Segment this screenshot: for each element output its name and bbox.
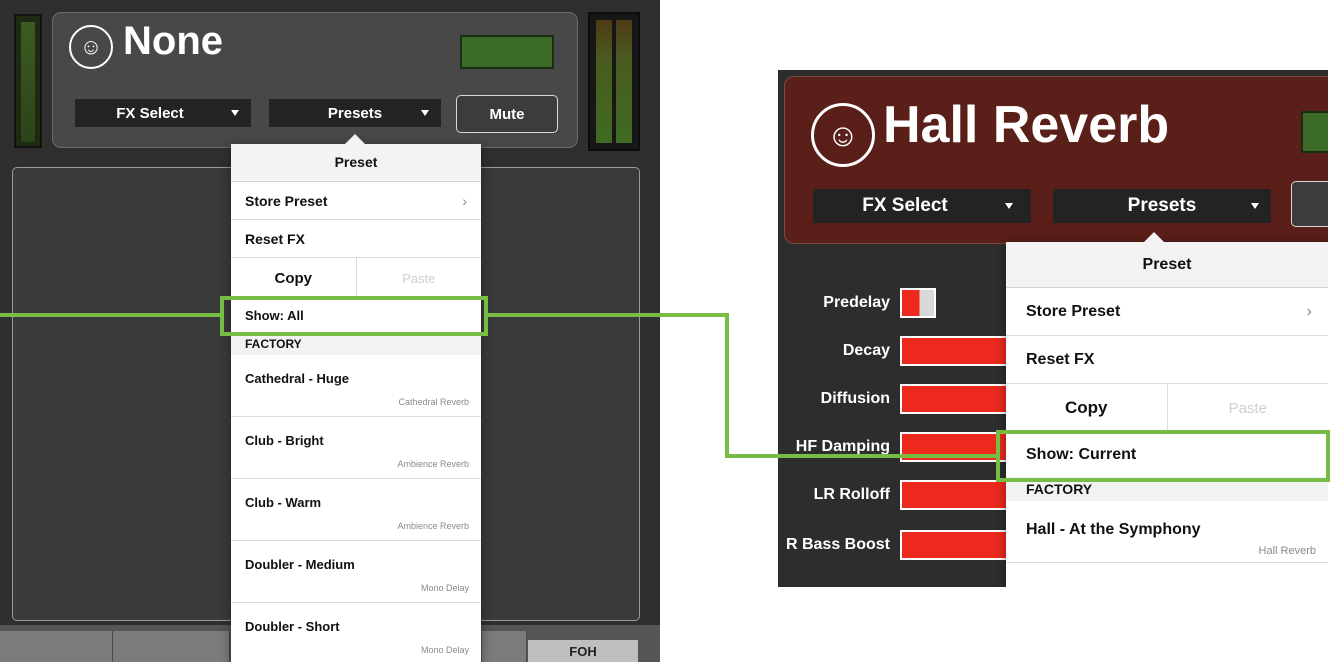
preset-name: Club - Warm <box>245 495 322 510</box>
copy-button[interactable]: Copy <box>1006 384 1167 432</box>
presets-dropdown[interactable]: Presets <box>1053 189 1271 223</box>
param-label: Diffusion <box>820 390 890 407</box>
preset-type: Cathedral Reverb <box>398 397 469 407</box>
left-level-meter <box>14 14 42 148</box>
fx-select-dropdown[interactable]: FX Select <box>75 99 251 127</box>
mackie-logo-icon: ☺ <box>811 103 875 167</box>
store-preset-label: Store Preset <box>1026 303 1121 320</box>
preset-list: Hall - At the Symphony Hall Reverb <box>1006 501 1328 563</box>
preset-item[interactable]: Club - Bright Ambience Reverb <box>231 417 481 479</box>
caret-down-icon <box>1251 203 1259 209</box>
param-slider[interactable] <box>900 384 1010 414</box>
presets-label: Presets <box>327 104 383 122</box>
reset-fx-label: Reset FX <box>1026 351 1095 368</box>
fx-select-label: FX Select <box>116 104 184 122</box>
paste-button: Paste <box>1166 384 1329 432</box>
header-lcd <box>460 35 554 69</box>
preset-item[interactable]: Cathedral - Huge Cathedral Reverb <box>231 355 481 417</box>
preset-type: Ambience Reverb <box>397 521 469 531</box>
param-slider[interactable] <box>900 530 1010 560</box>
mute-label: Mute <box>489 105 525 123</box>
preset-type: Mono Delay <box>420 583 469 593</box>
preset-name: Doubler - Medium <box>245 557 355 572</box>
fx-header: ☺ Hall Reverb FX Select Presets <box>784 76 1328 244</box>
reset-fx-item[interactable]: Reset FX <box>231 220 481 258</box>
reset-fx-item[interactable]: Reset FX <box>1006 336 1328 384</box>
preset-item[interactable]: Club - Warm Ambience Reverb <box>231 479 481 541</box>
preset-type: Ambience Reverb <box>397 459 469 469</box>
param-slider[interactable] <box>900 336 1010 366</box>
param-label: Predelay <box>823 294 890 311</box>
param-slider[interactable] <box>900 288 936 318</box>
preset-name: Club - Bright <box>245 433 324 448</box>
fx-select-dropdown[interactable]: FX Select <box>813 189 1031 223</box>
output-level-meters <box>588 12 640 151</box>
mute-button[interactable]: Mute <box>456 95 558 133</box>
fx-name: Hall Reverb <box>883 96 1170 154</box>
foh-label: FOH <box>528 640 638 662</box>
callout-line-right-v <box>725 313 729 458</box>
store-preset-label: Store Preset <box>245 193 328 209</box>
preset-popover: Preset Store Preset › Reset FX Copy Past… <box>1006 232 1329 587</box>
show-all-highlight <box>220 296 488 336</box>
caret-down-icon <box>421 110 429 116</box>
popover-title: Preset <box>231 144 481 182</box>
preset-type: Hall Reverb <box>1258 545 1316 557</box>
caret-down-icon <box>1005 203 1013 209</box>
factory-section-header: FACTORY <box>231 333 481 355</box>
preset-type: Mono Delay <box>420 645 469 655</box>
paste-button: Paste <box>355 258 482 298</box>
reset-fx-label: Reset FX <box>245 231 305 247</box>
preset-item[interactable]: Doubler - Medium Mono Delay <box>231 541 481 603</box>
presets-dropdown[interactable]: Presets <box>269 99 441 127</box>
param-label: R Bass Boost <box>785 536 890 553</box>
fx-select-label: FX Select <box>862 195 948 216</box>
mackie-logo-icon: ☺ <box>69 25 113 69</box>
fx-name: None <box>123 19 223 63</box>
preset-name: Cathedral - Huge <box>245 371 350 386</box>
store-preset-item[interactable]: Store Preset › <box>231 182 481 220</box>
right-fx-panel: ☺ Hall Reverb FX Select Presets Predelay… <box>778 70 1328 587</box>
popover-title: Preset <box>1006 242 1328 288</box>
callout-line-left <box>0 313 222 317</box>
caret-down-icon <box>231 110 239 116</box>
callout-line-right-h1 <box>486 313 728 317</box>
param-label: Decay <box>842 342 890 359</box>
preset-name: Hall - At the Symphony <box>1026 521 1201 538</box>
param-label: LR Rolloff <box>813 486 890 503</box>
store-preset-item[interactable]: Store Preset › <box>1006 288 1328 336</box>
mute-button[interactable] <box>1291 181 1328 227</box>
callout-line-right-h2 <box>725 454 998 458</box>
fx-header: ☺ None FX Select Presets Mute <box>52 12 578 148</box>
copy-button[interactable]: Copy <box>231 258 356 298</box>
preset-name: Doubler - Short <box>245 619 340 634</box>
presets-label: Presets <box>1127 195 1197 216</box>
show-current-highlight <box>996 430 1330 482</box>
header-lcd <box>1301 111 1328 153</box>
preset-popover: Preset Store Preset › Reset FX Copy Past… <box>231 134 482 662</box>
chevron-right-icon: › <box>462 193 467 209</box>
param-slider[interactable] <box>900 480 1010 510</box>
preset-list: Cathedral - Huge Cathedral Reverb Club - B… <box>231 355 481 662</box>
preset-item[interactable]: Doubler - Short Mono Delay <box>231 603 481 662</box>
preset-item[interactable]: Hall - At the Symphony Hall Reverb <box>1006 501 1328 563</box>
chevron-right-icon: › <box>1306 303 1312 320</box>
